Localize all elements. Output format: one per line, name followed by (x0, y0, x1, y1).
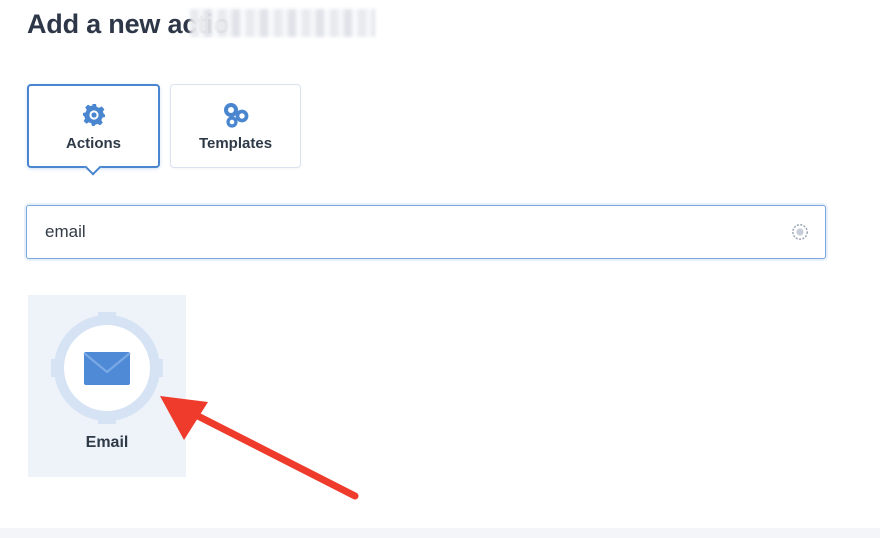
search-input[interactable] (27, 206, 825, 258)
gears-icon (223, 102, 248, 128)
tab-templates[interactable]: Templates (170, 84, 301, 168)
clear-icon[interactable] (792, 224, 808, 240)
tab-actions[interactable]: Actions (27, 84, 160, 168)
result-item-email[interactable]: Email (28, 295, 186, 477)
tab-templates-label: Templates (198, 134, 273, 152)
tab-actions-label: Actions (65, 134, 121, 152)
redacted-title-blur (190, 9, 375, 37)
result-item-email-label: Email (85, 434, 129, 451)
search-field[interactable] (26, 205, 826, 259)
envelope-gear-icon (51, 312, 163, 424)
bottom-divider (0, 528, 880, 538)
gear-icon (82, 103, 105, 126)
